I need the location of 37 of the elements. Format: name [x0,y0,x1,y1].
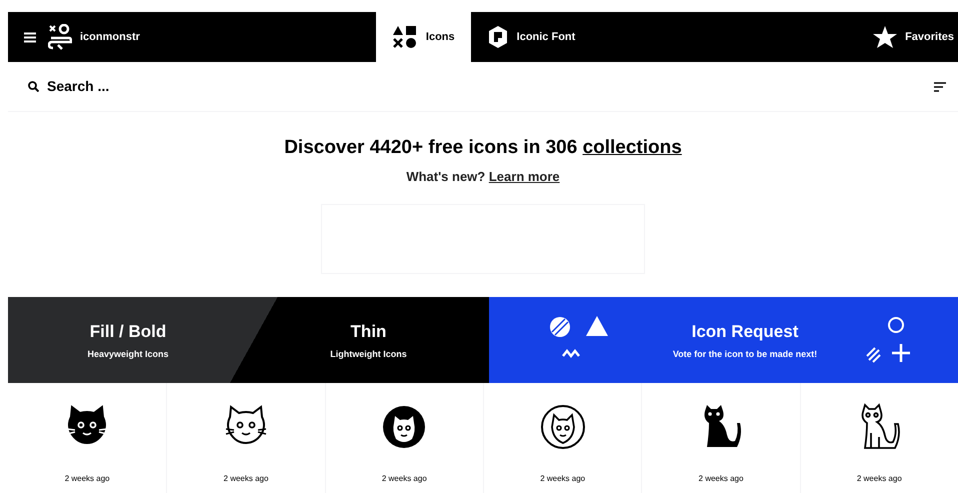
shapes-icon [392,25,418,49]
learn-more-link[interactable]: Learn more [488,168,560,184]
upload-time: 2 weeks ago [698,473,744,485]
search-icon [28,81,39,92]
icon-card[interactable]: 2 weeks ago [8,383,166,493]
icon-card[interactable]: 2 weeks ago [166,383,325,493]
shapes-drawing [865,316,911,364]
menu-icon[interactable] [24,32,36,42]
banner-title: Icon Request [692,320,798,342]
search-field[interactable]: Search ... [47,76,247,97]
brand-name[interactable]: iconmonstr [80,28,140,46]
banner-subtitle: Heavyweight Icons [87,348,169,361]
banner-title: Thin [350,320,386,342]
icon-request-banner[interactable]: Icon Request Vote for the icon to be made next! [489,297,958,383]
banner-subtitle: Lightweight Icons [330,348,407,361]
upload-time: 2 weeks ago [540,473,586,485]
monster-logo-icon[interactable] [48,24,72,50]
icon-card[interactable]: 2 weeks ago [800,383,958,493]
font-logo-icon [486,26,509,48]
cat-icon [538,403,587,451]
upload-time: 2 weeks ago [856,473,902,485]
nav-tab[interactable]: Icons [376,12,471,62]
headline: Discover 4420+ free icons in 306 collections [284,136,682,160]
icon-card[interactable]: 2 weeks ago [641,383,800,493]
collections-link[interactable]: collections [582,137,682,158]
sort-icon[interactable] [934,80,946,92]
icon-card[interactable]: 2 weeks ago [324,383,483,493]
fill-bold-banner[interactable]: Fill / Bold Heavyweight Icons Thin Lightweight Icons [8,297,489,383]
upload-time: 2 weeks ago [382,473,427,485]
whats-new-text: What's new? Learn more [406,168,560,186]
star-icon[interactable] [873,26,898,48]
upload-time: 2 weeks ago [224,473,268,485]
banner-subtitle: Vote for the icon to be made next! [672,348,818,361]
upload-time: 2 weeks ago [64,473,110,485]
banner-title: Fill / Bold [90,320,166,342]
favorites-link[interactable]: Favorites [905,28,954,46]
icon-card[interactable]: 2 weeks ago [482,383,642,493]
